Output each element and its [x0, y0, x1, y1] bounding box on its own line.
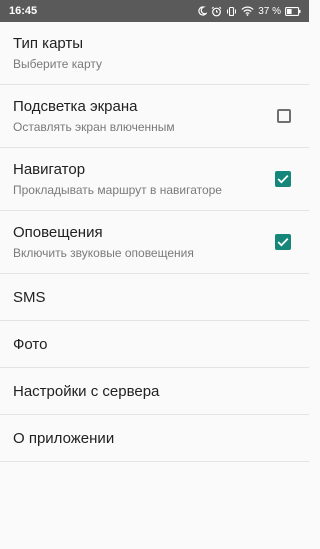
navigator-checkbox[interactable] — [275, 171, 291, 187]
setting-sms-title: SMS — [13, 288, 46, 306]
battery-percent: 37 % — [258, 5, 281, 17]
vibrate-icon — [226, 6, 237, 17]
setting-server-settings[interactable]: Настройки с сервера — [0, 368, 309, 415]
alarm-icon — [211, 6, 222, 17]
setting-server-settings-title: Настройки с сервера — [13, 382, 160, 400]
setting-screen-light-title: Подсветка экрана — [13, 98, 138, 115]
settings-list: Тип карты Выберите карту Подсветка экран… — [0, 22, 309, 462]
setting-photo[interactable]: Фото — [0, 321, 309, 368]
setting-about[interactable]: О приложении — [0, 415, 309, 462]
setting-navigator-subtitle: Прокладывать маршрут в навигаторе — [13, 183, 222, 197]
wifi-icon — [241, 6, 254, 16]
setting-screen-light-subtitle: Оставлять экран влюченным — [13, 120, 175, 134]
setting-map-type-title: Тип карты — [13, 35, 84, 52]
setting-navigator-title: Навигатор — [13, 161, 86, 178]
setting-photo-title: Фото — [13, 335, 48, 353]
setting-map-type[interactable]: Тип карты Выберите карту — [0, 22, 309, 85]
battery-icon — [285, 6, 301, 16]
setting-notifications-subtitle: Включить звуковые оповещения — [13, 246, 194, 260]
screen-light-checkbox[interactable] — [277, 109, 291, 123]
setting-notifications-title: Оповещения — [13, 224, 103, 241]
notifications-checkbox[interactable] — [275, 234, 291, 250]
setting-screen-light[interactable]: Подсветка экрана Оставлять экран влюченн… — [0, 85, 309, 148]
status-bar: 16:45 37 % — [0, 0, 309, 22]
setting-navigator[interactable]: Навигатор Прокладывать маршрут в навигат… — [0, 148, 309, 211]
setting-about-title: О приложении — [13, 429, 115, 447]
moon-icon — [197, 6, 208, 16]
setting-notifications[interactable]: Оповещения Включить звуковые оповещения — [0, 211, 309, 274]
status-icons: 37 % — [197, 6, 301, 17]
setting-map-type-subtitle: Выберите карту — [13, 57, 103, 71]
status-time: 16:45 — [9, 5, 38, 17]
setting-sms[interactable]: SMS — [0, 274, 309, 321]
